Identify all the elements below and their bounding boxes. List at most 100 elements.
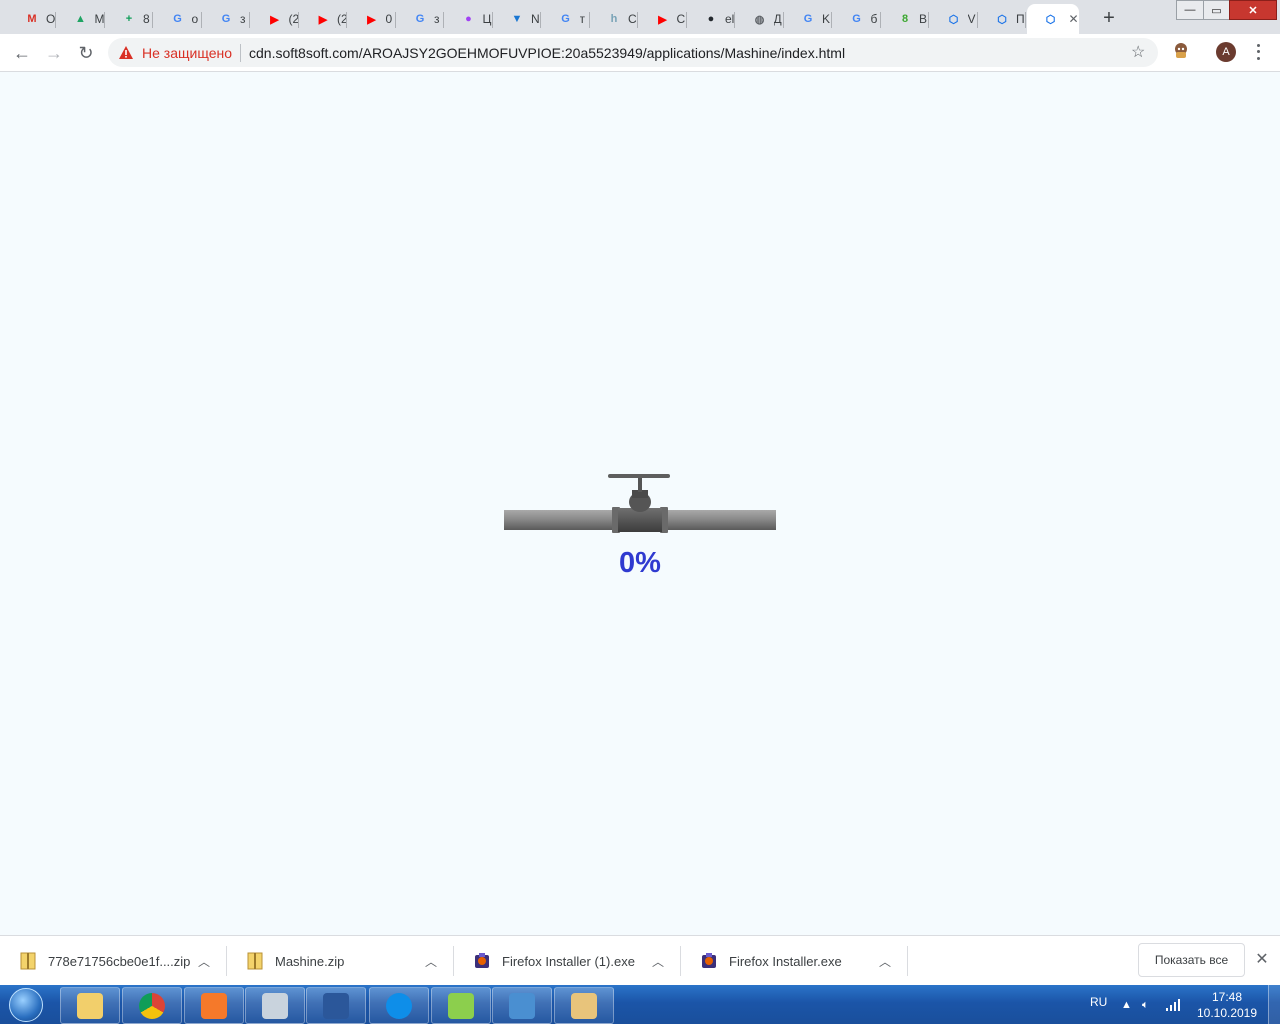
- google-icon: G: [415, 13, 425, 25]
- browser-tab[interactable]: ● el: [687, 4, 735, 34]
- taskbar-app-blender[interactable]: [184, 987, 244, 1024]
- browser-tab[interactable]: ▶ (2: [251, 4, 299, 34]
- taskbar-app-explorer[interactable]: [60, 987, 120, 1024]
- taskbar-app-paint[interactable]: [554, 987, 614, 1024]
- taskbar-app-calculator[interactable]: [245, 987, 305, 1024]
- url-text[interactable]: cdn.soft8soft.com/AROAJSY2GOEHMOFUVPIOE:…: [249, 45, 845, 61]
- security-status[interactable]: Не защищено: [142, 45, 232, 61]
- download-item[interactable]: Firefox Installer (1).exe ︿: [454, 936, 681, 986]
- forward-button[interactable]: →: [41, 40, 67, 66]
- show-all-downloads-button[interactable]: Показать все: [1138, 943, 1245, 977]
- language-indicator[interactable]: RU: [1090, 995, 1107, 1009]
- browser-menu-icon[interactable]: [1251, 42, 1265, 62]
- browser-tab[interactable]: MO: [8, 4, 56, 34]
- browser-tab[interactable]: ▶ 0: [348, 4, 396, 34]
- bookmark-star-icon[interactable]: ☆: [1131, 42, 1145, 62]
- notepad-icon: [448, 992, 474, 1019]
- browser-tab[interactable]: ⬡ V: [930, 4, 978, 34]
- new-tab-button[interactable]: +: [1097, 6, 1121, 30]
- show-desktop-button[interactable]: [1268, 985, 1280, 1024]
- google-icon: G: [803, 13, 813, 25]
- taskbar-app-photo-viewer[interactable]: [492, 987, 552, 1024]
- system-clock[interactable]: 17:48 10.10.2019: [1192, 989, 1262, 1021]
- soft8soft-icon: ⬡: [948, 13, 959, 26]
- download-filename: Firefox Installer.exe: [729, 953, 842, 969]
- tab-strip: M O ▲ M +8 Gо Gз ▶ (2 ▶ (2 ▶ 0 Gз ● Ц ▼ N Gт h C ▶ C ● el ◍ Д G K Gб 8…: [0, 0, 1280, 34]
- taskbar-app-notepad++[interactable]: [431, 987, 491, 1024]
- valve-body: [612, 476, 668, 533]
- browser-tab[interactable]: ● Ц: [445, 4, 493, 34]
- color-wheel-icon: ●: [465, 13, 472, 25]
- address-bar[interactable]: Не защищено cdn.soft8soft.com/AROAJSY2GO…: [108, 38, 1158, 67]
- zip-file-icon: [20, 952, 36, 970]
- browser-tab[interactable]: ▶ (2: [299, 4, 347, 34]
- download-options-chevron-icon[interactable]: ︿: [420, 953, 442, 970]
- omnibox-divider: [240, 43, 241, 62]
- rambler-icon: 8: [901, 13, 909, 25]
- pipe-valve-loader: [504, 474, 776, 533]
- google-icon: G: [852, 13, 861, 25]
- soft8soft-icon: ⬡: [997, 13, 1007, 26]
- maximize-window-button[interactable]: ▭: [1203, 0, 1229, 20]
- google-icon: G: [173, 13, 182, 25]
- browser-tab[interactable]: Gб: [833, 4, 881, 34]
- browser-tab[interactable]: Gт: [542, 4, 590, 34]
- taskbar-app-teamviewer[interactable]: [369, 987, 429, 1024]
- download-filename: Mashine.zip: [275, 953, 345, 969]
- download-options-chevron-icon[interactable]: ︿: [647, 953, 669, 970]
- close-downloads-bar-button[interactable]: ✕: [1252, 948, 1272, 970]
- youtube-icon: ▶: [658, 13, 667, 26]
- globe-icon: ◍: [754, 13, 765, 26]
- browser-tab[interactable]: Gз: [396, 4, 444, 34]
- photo-icon: [509, 992, 535, 1019]
- browser-tab[interactable]: ▼ N: [493, 4, 541, 34]
- soft8soft-icon: ⬡: [1045, 13, 1056, 26]
- start-button[interactable]: [2, 987, 50, 1023]
- browser-tab[interactable]: ⬡ ✕: [1026, 4, 1079, 34]
- profile-avatar[interactable]: A: [1216, 42, 1236, 62]
- browser-tab[interactable]: 8В: [881, 4, 929, 34]
- clock-time: 17:48: [1211, 990, 1243, 1004]
- taskbar-app-chrome[interactable]: [122, 987, 182, 1024]
- pipe-right: [664, 510, 776, 530]
- blender-icon: [201, 992, 227, 1019]
- downloads-bar: 778e71756cbe0e1f....zip ︿ Mashine.zip ︿ Fire…: [0, 935, 1280, 986]
- browser-tab[interactable]: ⬡ П: [978, 4, 1026, 34]
- youtube-icon: ▶: [270, 13, 279, 26]
- volume-icon[interactable]: 🔈︎: [1142, 999, 1149, 1012]
- teamviewer-icon: [386, 992, 412, 1019]
- network-signal-icon[interactable]: [1166, 999, 1180, 1014]
- minimize-window-button[interactable]: —: [1176, 0, 1203, 20]
- tab-separator: [1025, 12, 1026, 28]
- browser-tab[interactable]: ▶ C: [639, 4, 687, 34]
- back-button[interactable]: ←: [9, 40, 35, 66]
- download-item[interactable]: Firefox Installer.exe ︿: [681, 936, 908, 986]
- browser-tab[interactable]: GK: [784, 4, 832, 34]
- chrome-icon: [139, 992, 165, 1019]
- download-filename: Firefox Installer (1).exe: [502, 953, 635, 969]
- tray-expand-icon[interactable]: ▲: [1121, 999, 1132, 1011]
- reload-button[interactable]: ↻: [73, 40, 99, 66]
- google-icon: G: [221, 13, 231, 25]
- close-window-button[interactable]: ✕: [1229, 0, 1277, 20]
- download-options-chevron-icon[interactable]: ︿: [193, 953, 215, 970]
- pipe-left: [504, 510, 616, 530]
- download-options-chevron-icon[interactable]: ︿: [874, 953, 896, 970]
- browser-toolbar: ← → ↻ Не защищено cdn.soft8soft.com/AROA…: [0, 34, 1280, 72]
- folder-icon: [77, 992, 103, 1019]
- browser-tab[interactable]: Gз: [202, 4, 250, 34]
- youtube-icon: ▶: [367, 13, 376, 26]
- browser-tab[interactable]: +8: [105, 4, 153, 34]
- taskbar-app-word[interactable]: [306, 987, 366, 1024]
- browser-tab[interactable]: ▲ M: [57, 4, 105, 34]
- browser-tab[interactable]: Gо: [154, 4, 202, 34]
- browser-tab[interactable]: ◍ Д: [736, 4, 784, 34]
- download-item[interactable]: 778e71756cbe0e1f....zip ︿: [0, 936, 227, 986]
- valve-handwheel: [608, 474, 670, 478]
- clock-date: 10.10.2019: [1196, 1006, 1258, 1020]
- close-tab-icon[interactable]: ✕: [1068, 12, 1078, 26]
- download-item[interactable]: Mashine.zip ︿: [227, 936, 454, 986]
- browser-tab[interactable]: hC: [590, 4, 638, 34]
- download-filename: 778e71756cbe0e1f....zip: [48, 953, 191, 969]
- extension-icon[interactable]: [1172, 42, 1190, 60]
